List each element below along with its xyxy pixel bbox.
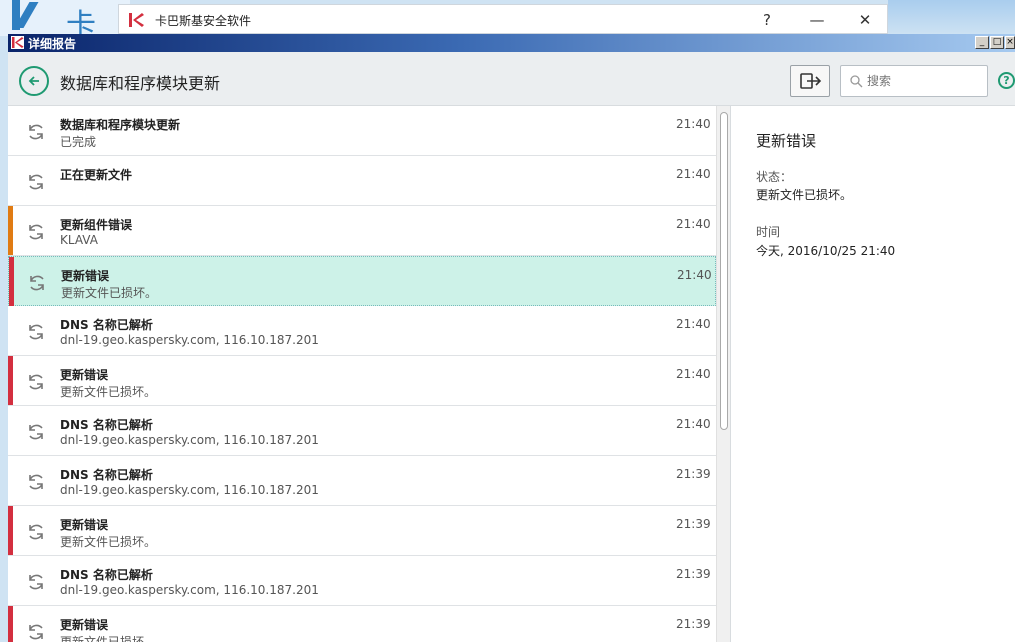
- event-time: 21:40: [676, 217, 711, 231]
- event-title: DNS 名称已解析: [60, 318, 153, 332]
- event-row[interactable]: 数据库和程序模块更新 已完成 21:40: [8, 106, 716, 156]
- event-time: 21:39: [676, 617, 711, 631]
- event-subtitle: 更新文件已损坏。: [61, 286, 158, 300]
- event-time: 21:39: [676, 517, 711, 531]
- event-title: 更新组件错误: [60, 218, 133, 232]
- event-time: 21:40: [676, 167, 711, 181]
- window-close-button[interactable]: ×: [1005, 36, 1015, 49]
- refresh-icon: [29, 524, 43, 540]
- detail-title: 更新错误: [756, 132, 817, 150]
- window-maximize-button[interactable]: □: [990, 36, 1004, 49]
- event-row[interactable]: DNS 名称已解析 dnl-19.geo.kaspersky.com, 116.1…: [8, 406, 716, 456]
- severity-marker: [8, 156, 13, 205]
- page-title: 数据库和程序模块更新: [60, 74, 221, 93]
- event-time: 21:40: [676, 367, 711, 381]
- export-button[interactable]: [790, 65, 830, 97]
- refresh-icon: [29, 224, 43, 240]
- help-icon[interactable]: ?: [998, 72, 1015, 89]
- event-title: 更新错误: [60, 368, 109, 382]
- desktop-logo: 卡: [0, 0, 130, 43]
- refresh-icon: [29, 574, 43, 590]
- event-list: 数据库和程序模块更新 已完成 21:40 正在更新文件 21:40 更新组件错误 KLAVA…: [8, 106, 716, 642]
- search-input[interactable]: [867, 72, 982, 90]
- refresh-icon: [29, 474, 43, 490]
- event-subtitle: dnl-19.geo.kaspersky.com, 116.10.187.201: [60, 433, 319, 447]
- search-icon: [850, 75, 863, 88]
- help-button[interactable]: ?: [755, 9, 779, 31]
- event-subtitle: 更新文件已损坏。: [60, 385, 157, 399]
- event-subtitle: 更新文件已损坏。: [60, 635, 157, 642]
- event-detail-panel: 更新错误 状态： 更新文件已损坏。 时间 今天, 2016/10/25 21:4…: [731, 106, 1015, 642]
- detail-status-value: 更新文件已损坏。: [756, 188, 853, 202]
- severity-marker: [8, 506, 13, 555]
- desktop-background: [888, 0, 1015, 36]
- event-title: DNS 名称已解析: [60, 468, 153, 482]
- event-title: 更新错误: [60, 618, 109, 632]
- back-button[interactable]: [19, 66, 49, 96]
- event-row[interactable]: 更新错误更新文件已损坏。 21:39: [8, 606, 716, 642]
- event-subtitle: dnl-19.geo.kaspersky.com, 116.10.187.201: [60, 333, 319, 347]
- kaspersky-logo-icon: [129, 13, 144, 27]
- event-row[interactable]: 更新错误更新文件已损坏。 21:40: [8, 356, 716, 406]
- report-header: 数据库和程序模块更新 ?: [8, 52, 1015, 106]
- detail-status-label: 状态：: [756, 170, 793, 184]
- event-list-scrollbar[interactable]: [716, 106, 730, 642]
- event-time: 21:40: [676, 117, 711, 131]
- window-titlebar: 详细报告 _ □ ×: [8, 34, 1015, 52]
- severity-marker: [8, 306, 13, 355]
- event-row[interactable]: 更新错误更新文件已损坏。 21:40: [8, 256, 716, 306]
- refresh-icon: [29, 324, 43, 340]
- event-time: 21:40: [677, 268, 712, 282]
- event-time: 21:39: [676, 567, 711, 581]
- severity-marker: [8, 406, 13, 455]
- detail-time-label: 时间: [756, 225, 781, 239]
- refresh-icon: [30, 275, 44, 291]
- parent-window-title: 卡巴斯基安全软件: [155, 14, 252, 28]
- severity-marker: [8, 456, 13, 505]
- event-time: 21:39: [676, 467, 711, 481]
- export-icon: [800, 73, 822, 89]
- refresh-icon: [29, 424, 43, 440]
- event-subtitle: 已完成: [60, 135, 97, 149]
- refresh-icon: [29, 174, 43, 190]
- severity-marker: [8, 206, 13, 255]
- event-row[interactable]: 更新组件错误 KLAVA 21:40: [8, 206, 716, 256]
- search-box[interactable]: [840, 65, 988, 97]
- event-row[interactable]: 更新错误更新文件已损坏。 21:39: [8, 506, 716, 556]
- event-time: 21:40: [676, 417, 711, 431]
- event-row[interactable]: 正在更新文件 21:40: [8, 156, 716, 206]
- severity-marker: [8, 106, 13, 155]
- event-subtitle: KLAVA: [60, 233, 98, 247]
- event-subtitle: dnl-19.geo.kaspersky.com, 116.10.187.201: [60, 583, 319, 597]
- close-button[interactable]: ✕: [853, 9, 877, 31]
- event-title: 数据库和程序模块更新: [60, 118, 181, 132]
- event-row[interactable]: DNS 名称已解析 dnl-19.geo.kaspersky.com, 116.1…: [8, 306, 716, 356]
- refresh-icon: [29, 374, 43, 390]
- event-subtitle: 更新文件已损坏。: [60, 535, 157, 549]
- window-minimize-button[interactable]: _: [975, 36, 989, 49]
- kaspersky-logo-icon: [11, 36, 24, 49]
- back-arrow-icon: [28, 76, 39, 86]
- severity-marker: [9, 257, 14, 306]
- severity-marker: [8, 356, 13, 405]
- event-title: 正在更新文件: [60, 168, 133, 182]
- parent-window-titlebar: 卡巴斯基安全软件 ? — ✕: [118, 4, 888, 34]
- event-title: DNS 名称已解析: [60, 568, 153, 582]
- event-title: 更新错误: [61, 269, 110, 283]
- window-title: 详细报告: [28, 37, 77, 51]
- scrollbar-thumb[interactable]: [720, 112, 728, 430]
- detail-time-value: 今天, 2016/10/25 21:40: [756, 244, 896, 258]
- detailed-report-window: 详细报告 _ □ × 数据库和程序模块更新 ? 数据库和程序模块更新已完成21:…: [8, 34, 1015, 642]
- refresh-icon: [29, 124, 43, 140]
- refresh-icon: [29, 624, 43, 640]
- event-title: 更新错误: [60, 518, 109, 532]
- event-title: DNS 名称已解析: [60, 418, 153, 432]
- event-time: 21:40: [676, 317, 711, 331]
- event-subtitle: dnl-19.geo.kaspersky.com, 116.10.187.201: [60, 483, 319, 497]
- minimize-button[interactable]: —: [805, 9, 829, 31]
- severity-marker: [8, 606, 13, 642]
- event-row[interactable]: DNS 名称已解析 dnl-19.geo.kaspersky.com, 116.1…: [8, 556, 716, 606]
- event-row[interactable]: DNS 名称已解析 dnl-19.geo.kaspersky.com, 116.1…: [8, 456, 716, 506]
- severity-marker: [8, 556, 13, 605]
